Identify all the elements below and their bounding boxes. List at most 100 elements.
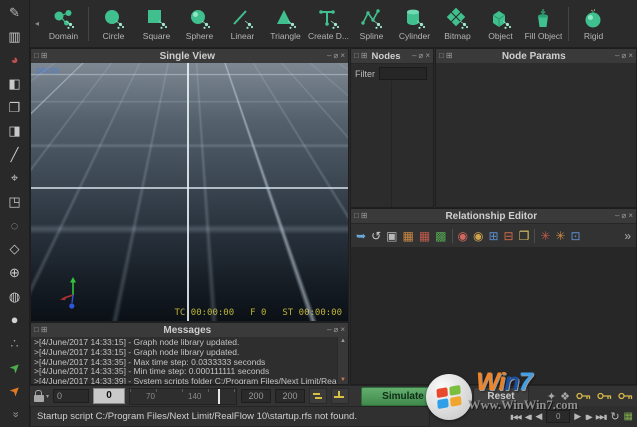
reset-button[interactable]: Reset [473,387,529,406]
folder-icon[interactable]: ❐ [519,230,530,242]
toolbar-item-fill-object[interactable]: Fill Object [522,7,565,41]
pencil-tool-icon[interactable]: ╱ [3,144,27,165]
float-panel-icon[interactable]: □ [354,52,359,60]
dock-panel-icon[interactable]: ⊞ [41,52,48,60]
graph-options-icon[interactable]: ❖ [560,390,570,403]
export-central-icon[interactable]: ◧ [3,73,27,94]
scroll-up-icon[interactable]: ▲ [340,337,346,345]
toolbar-item-object[interactable]: Object [479,7,522,41]
close-icon[interactable]: × [628,52,633,60]
emitter-reset-icon[interactable]: ▥ [3,26,27,47]
close-icon[interactable]: × [425,52,430,60]
timeline-playhead[interactable] [218,389,220,404]
copy-nodes-icon[interactable]: ❐ [3,97,27,118]
toolbar-item-linear[interactable]: Linear [221,7,264,41]
group-icon[interactable]: ⊡ [570,230,580,242]
toolbar-item-circle[interactable]: Circle [92,7,135,41]
filter-input[interactable] [379,67,427,80]
dock-panel-icon[interactable]: ⊞ [41,326,48,334]
timeline-options-icon[interactable] [309,388,327,404]
simulate-button[interactable]: Simulate ▼ [361,387,459,406]
zoom-out-icon[interactable]: ◉ [473,230,483,242]
dock-panel-icon[interactable]: ⊞ [361,52,368,60]
minimize-icon[interactable]: – [615,212,619,220]
go-to-end-button[interactable]: ▶▶▮ [596,413,607,421]
minimize-icon[interactable]: – [327,52,331,60]
timeline-lock-button[interactable]: ▾ [34,391,49,402]
key-menu-icon[interactable] [618,391,633,401]
relationship-editor-header[interactable]: □ ⊞ Relationship Editor – ⌀ × [351,209,636,224]
undo-icon[interactable]: ↺ [371,230,381,242]
export-image-icon[interactable]: ▣ [386,230,397,242]
toolbar-item-square[interactable]: Square [135,7,178,41]
toolbar-item-cylinder[interactable]: Cylinder [393,7,436,41]
float-panel-icon[interactable]: □ [354,212,359,220]
wire-cube-icon[interactable]: ◇ [3,238,27,259]
float-panel-icon[interactable]: □ [34,52,39,60]
loop-icon[interactable]: ↻ [610,410,619,423]
align-nodes-icon[interactable]: ⊞ [488,230,498,242]
toolbar-scroll-left-icon[interactable]: ◂ [32,19,42,28]
minimize-icon[interactable]: – [327,326,331,334]
curve-editor-icon[interactable]: ▦ [624,411,633,422]
close-icon[interactable]: × [340,52,345,60]
flat-sphere-icon[interactable]: ● [3,309,27,330]
messages-scrollbar[interactable]: ▲ ▼ [337,337,348,384]
scroll-down-icon[interactable]: ▼ [340,376,346,384]
knife-tool-icon[interactable]: ✎ [3,2,27,23]
transport-frame-field[interactable]: 0 [546,410,570,423]
restore-icon[interactable]: ⌀ [622,212,627,220]
restore-icon[interactable]: ⌀ [334,326,339,334]
axes-tool-icon[interactable]: ⌖ [3,167,27,188]
import-box-icon[interactable]: ◨ [3,120,27,141]
toolbar-item-spline[interactable]: Spline [350,7,393,41]
toolbar-overflow-icon[interactable]: » [624,230,631,242]
dock-panel-icon[interactable]: ⊞ [361,212,368,220]
minimize-icon[interactable]: – [412,52,416,60]
toolbar-item-triangle[interactable]: Triangle [264,7,307,41]
toolbar-item-bitmap[interactable]: Bitmap [436,7,479,41]
playback-end-field[interactable]: 200 [275,389,305,403]
float-panel-icon[interactable]: □ [439,52,444,60]
shaded-sphere-icon[interactable]: ◍ [3,286,27,307]
dotted-sphere-icon[interactable]: ◌ [3,215,27,236]
toolbar-item-create-daemon[interactable]: Create D... [307,7,350,41]
go-to-start-button[interactable]: ▮◀◀ [510,413,521,421]
chevron-down-icon[interactable]: ▼ [444,393,458,399]
range-start-field[interactable]: 0 [53,389,89,403]
step-forward-button[interactable]: ▮▶ [585,413,592,421]
close-icon[interactable]: × [628,212,633,220]
delete-node-icon[interactable]: ▩ [435,230,446,242]
restore-icon[interactable]: ⌀ [419,52,424,60]
snapshot-icon[interactable]: ✦ [547,390,556,403]
node-params-header[interactable]: □ ⊞ Node Params – ⌀ × [436,49,636,64]
close-icon[interactable]: × [340,326,345,334]
show-nodes-icon[interactable]: ▦ [419,230,430,242]
timeline-scrubber[interactable]: 70 140 [129,388,237,405]
open-graph-icon[interactable]: ➥ [356,230,366,242]
range-end-field[interactable]: 200 [241,389,271,403]
messages-header[interactable]: □ ⊞ Messages – ⌀ × [31,323,348,338]
fluid-ball-icon[interactable]: ◕ [3,49,27,70]
toolbar-item-sphere[interactable]: Sphere [178,7,221,41]
play-backward-button[interactable]: ◀ [535,411,542,422]
nodes-header[interactable]: □ ⊞ Nodes – ⌀ × [351,49,433,64]
hide-nodes-icon[interactable]: ▦ [402,230,413,242]
unlink-icon[interactable]: ✳ [555,230,565,242]
play-button[interactable]: ▶ [574,411,581,422]
wire-sphere-icon[interactable]: ⊕ [3,262,27,283]
relationship-editor-canvas[interactable] [351,247,636,384]
toolbar-item-rigid[interactable]: Rigid [572,7,615,41]
float-panel-icon[interactable]: □ [34,326,39,334]
bbox-mode-icon[interactable]: ◳ [3,191,27,212]
nodes-list[interactable] [351,81,433,207]
points-icon[interactable]: ∴ [3,333,27,354]
toolbar-item-domain[interactable]: Domain [42,7,85,41]
restore-icon[interactable]: ⌀ [334,52,339,60]
link-icon[interactable]: ✳ [540,230,550,242]
playbar-options-icon[interactable] [331,388,349,404]
set-key-icon[interactable] [576,391,591,401]
current-frame-field[interactable]: 0 [93,388,125,404]
minimize-icon[interactable]: – [615,52,619,60]
next-key-icon[interactable] [597,391,612,401]
